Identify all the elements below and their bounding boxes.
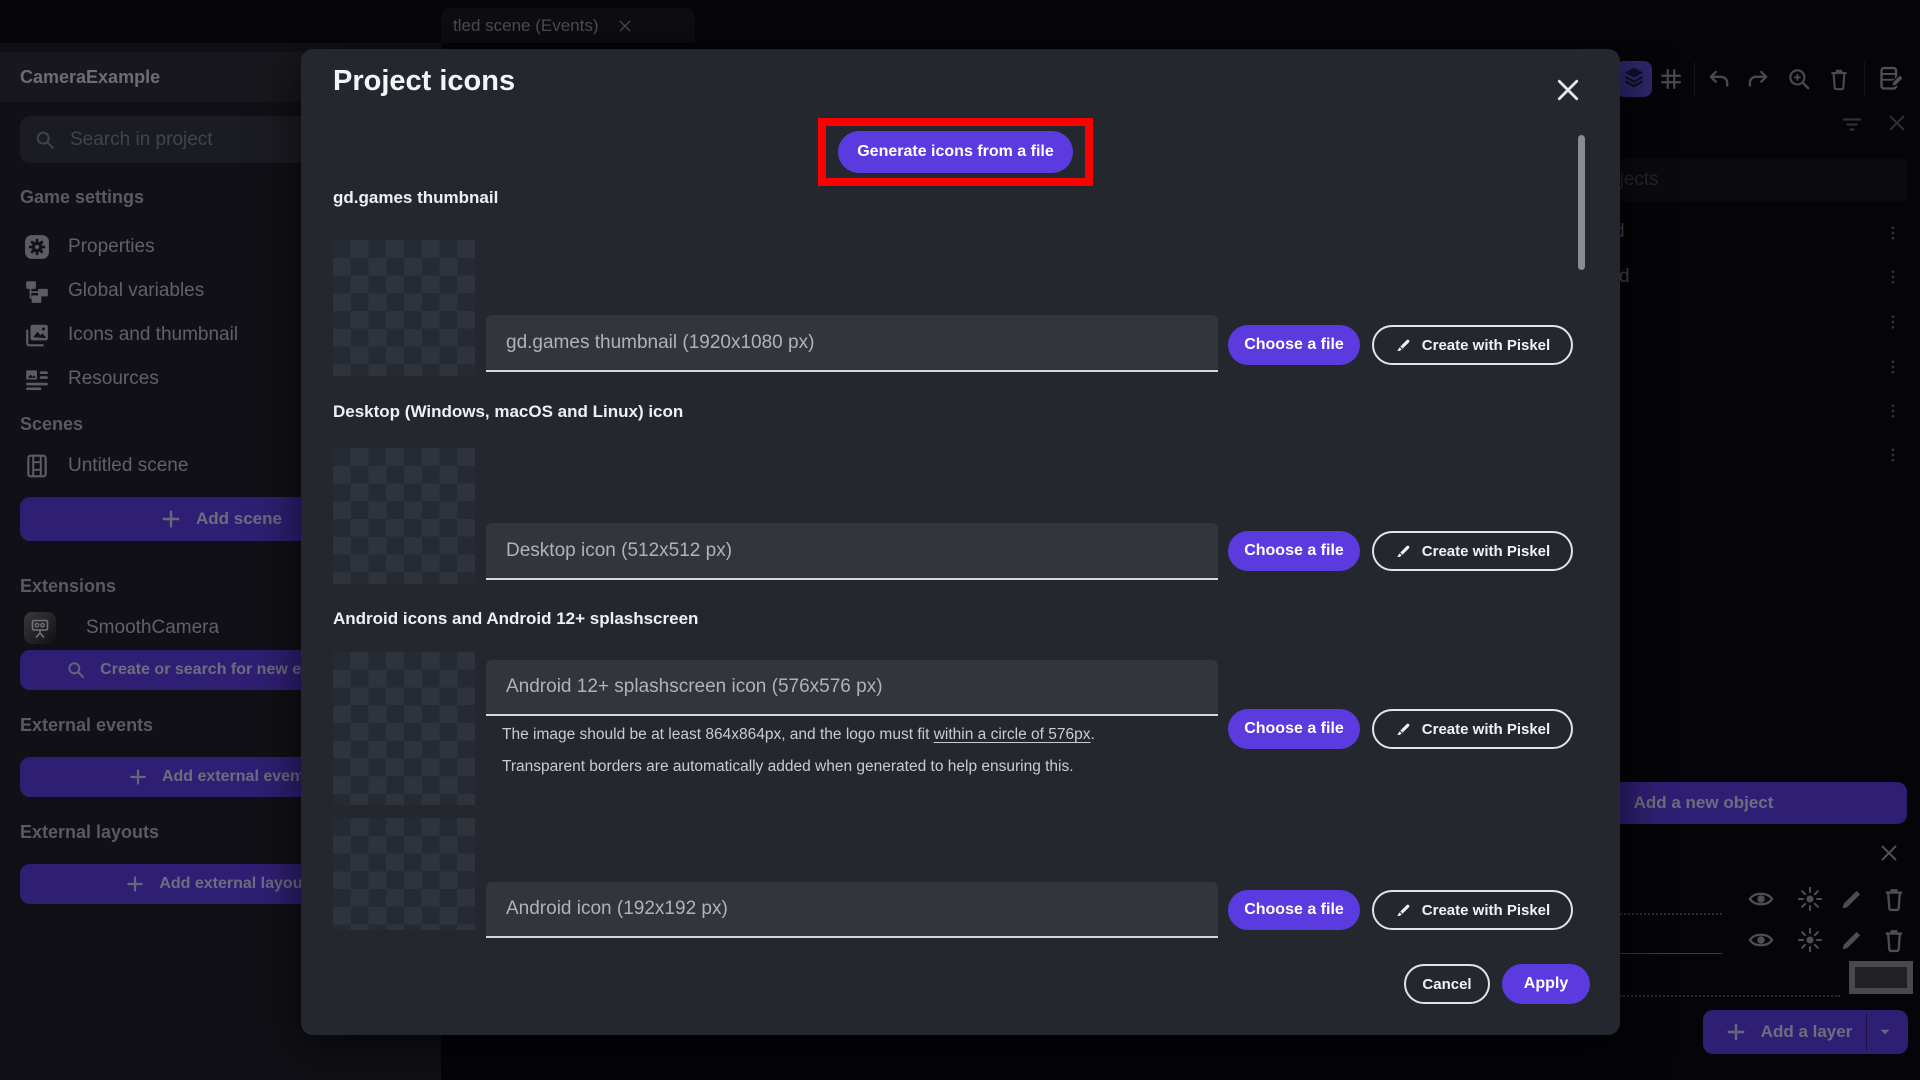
dialog-scrollbar[interactable]: [1578, 135, 1585, 270]
create-with-piskel-button[interactable]: Create with Piskel: [1372, 890, 1573, 930]
section-heading: gd.games thumbnail: [333, 188, 499, 207]
project-icons-dialog: Project icons Generate icons from a file…: [301, 49, 1620, 1035]
helper-text: The image should be at least 864x864px, …: [502, 726, 1095, 743]
brush-icon: [1395, 902, 1412, 919]
circle-link[interactable]: within a circle of 576px: [934, 726, 1091, 743]
section-heading: Desktop (Windows, macOS and Linux) icon: [333, 402, 684, 421]
brush-icon: [1395, 721, 1412, 738]
brush-icon: [1395, 543, 1412, 560]
thumbnail-preview: [333, 652, 475, 805]
create-with-piskel-button[interactable]: Create with Piskel: [1372, 709, 1573, 749]
brush-icon: [1395, 337, 1412, 354]
thumbnail-preview: [333, 448, 475, 584]
helper-text: Transparent borders are automatically ad…: [502, 758, 1074, 775]
thumbnail-path-input[interactable]: [486, 315, 1218, 372]
dialog-title: Project icons: [333, 65, 516, 97]
section-heading: Android icons and Android 12+ splashscre…: [333, 609, 699, 628]
create-with-piskel-button[interactable]: Create with Piskel: [1372, 531, 1573, 571]
generate-icons-button[interactable]: Generate icons from a file: [838, 131, 1073, 173]
choose-file-button[interactable]: Choose a file: [1228, 325, 1360, 365]
cancel-button[interactable]: Cancel: [1404, 964, 1490, 1004]
gdevelop-window: tled scene (Events) CameraExample Game s…: [0, 0, 1920, 1080]
choose-file-button[interactable]: Choose a file: [1228, 890, 1360, 930]
splashscreen-icon-input[interactable]: [486, 660, 1218, 716]
android-icon-input[interactable]: [486, 882, 1218, 938]
thumbnail-preview: [333, 240, 475, 376]
desktop-icon-input[interactable]: [486, 523, 1218, 580]
thumbnail-preview: [333, 818, 475, 930]
dialog-close-icon[interactable]: [1553, 75, 1583, 105]
choose-file-button[interactable]: Choose a file: [1228, 709, 1360, 749]
choose-file-button[interactable]: Choose a file: [1228, 531, 1360, 571]
apply-button[interactable]: Apply: [1502, 964, 1590, 1004]
create-with-piskel-button[interactable]: Create with Piskel: [1372, 325, 1573, 365]
